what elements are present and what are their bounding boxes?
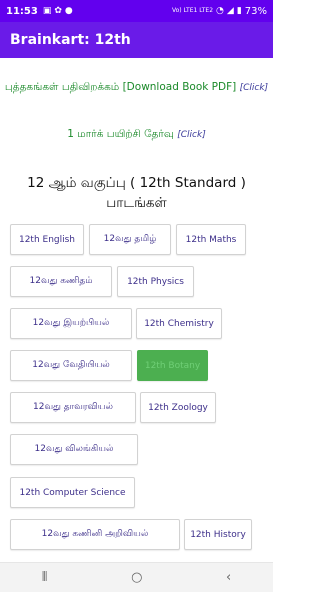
subject-button-tamil[interactable]: 12வது தமிழ் <box>89 224 171 255</box>
subject-button-zoology[interactable]: 12th Zoology <box>140 392 216 423</box>
status-time: 11:53 <box>6 5 38 17</box>
signal-icon: ◢ <box>226 6 234 16</box>
test-link-text[interactable]: 1 மார்க் பயிற்சி தேர்வு <box>67 128 174 140</box>
subject-button-computer-science-tamil[interactable]: 12வது கணினி அறிவியல் <box>10 519 180 550</box>
app-title: Brainkart: 12th <box>10 32 131 48</box>
main-content: புத்தகங்கள் பதிவிறக்கம் [Download Book P… <box>0 58 273 562</box>
subject-button-history[interactable]: 12th History <box>184 519 252 550</box>
gallery-notification-icon: ▣ <box>42 6 52 16</box>
app-bar: Brainkart: 12th <box>0 22 273 58</box>
wifi-icon: ◔ <box>216 6 224 16</box>
subject-button-computer-science[interactable]: 12th Computer Science <box>10 477 135 508</box>
subject-button-chemistry[interactable]: 12th Chemistry <box>136 308 222 339</box>
battery-percentage: 73% <box>244 5 267 17</box>
status-indicators: Vo) LTE1 LTE2 ◔ ◢ ▮ 73% <box>172 6 267 17</box>
battery-icon: ▮ <box>236 6 242 16</box>
recents-icon[interactable]: ⦀ <box>42 570 48 585</box>
network-label: Vo) LTE1 LTE2 <box>171 7 214 14</box>
download-book-link[interactable]: புத்தகங்கள் பதிவிறக்கம் [Download Book P… <box>0 80 273 96</box>
subject-button-botany[interactable]: 12th Botany <box>137 350 208 381</box>
system-nav-bar: ⦀ ○ ‹ <box>0 562 273 592</box>
subject-button-physics-tamil[interactable]: 12வது இயற்பியல் <box>10 308 132 339</box>
subject-button-physics[interactable]: 12th Physics <box>117 266 194 297</box>
download-click-label[interactable]: [Click] <box>240 83 268 93</box>
download-link-text[interactable]: புத்தகங்கள் பதிவிறக்கம் [Download Book P… <box>5 81 236 93</box>
subject-button-botany-tamil[interactable]: 12வது தாவரவியல் <box>10 392 136 423</box>
dnd-icon: ● <box>64 6 73 16</box>
home-icon[interactable]: ○ <box>131 570 142 585</box>
practice-test-link[interactable]: 1 மார்க் பயிற்சி தேர்வு [Click] <box>0 128 273 141</box>
test-click-label[interactable]: [Click] <box>177 130 205 140</box>
subject-button-zoology-tamil[interactable]: 12வது விலங்கியல் <box>10 434 138 465</box>
subject-button-maths-tamil[interactable]: 12வது கணிதம் <box>10 266 112 297</box>
subject-button-maths[interactable]: 12th Maths <box>176 224 246 255</box>
status-bar: 11:53 ▣ ✿ ● Vo) LTE1 LTE2 ◔ ◢ ▮ 73% <box>0 0 273 22</box>
back-icon[interactable]: ‹ <box>226 570 231 585</box>
subject-button-chemistry-tamil[interactable]: 12வது வேதியியல் <box>10 350 132 381</box>
subject-button-english[interactable]: 12th English <box>10 224 84 255</box>
section-heading: 12 ஆம் வகுப்பு ( 12th Standard ) பாடங்கள… <box>27 175 246 211</box>
settings-icon: ✿ <box>54 6 62 16</box>
